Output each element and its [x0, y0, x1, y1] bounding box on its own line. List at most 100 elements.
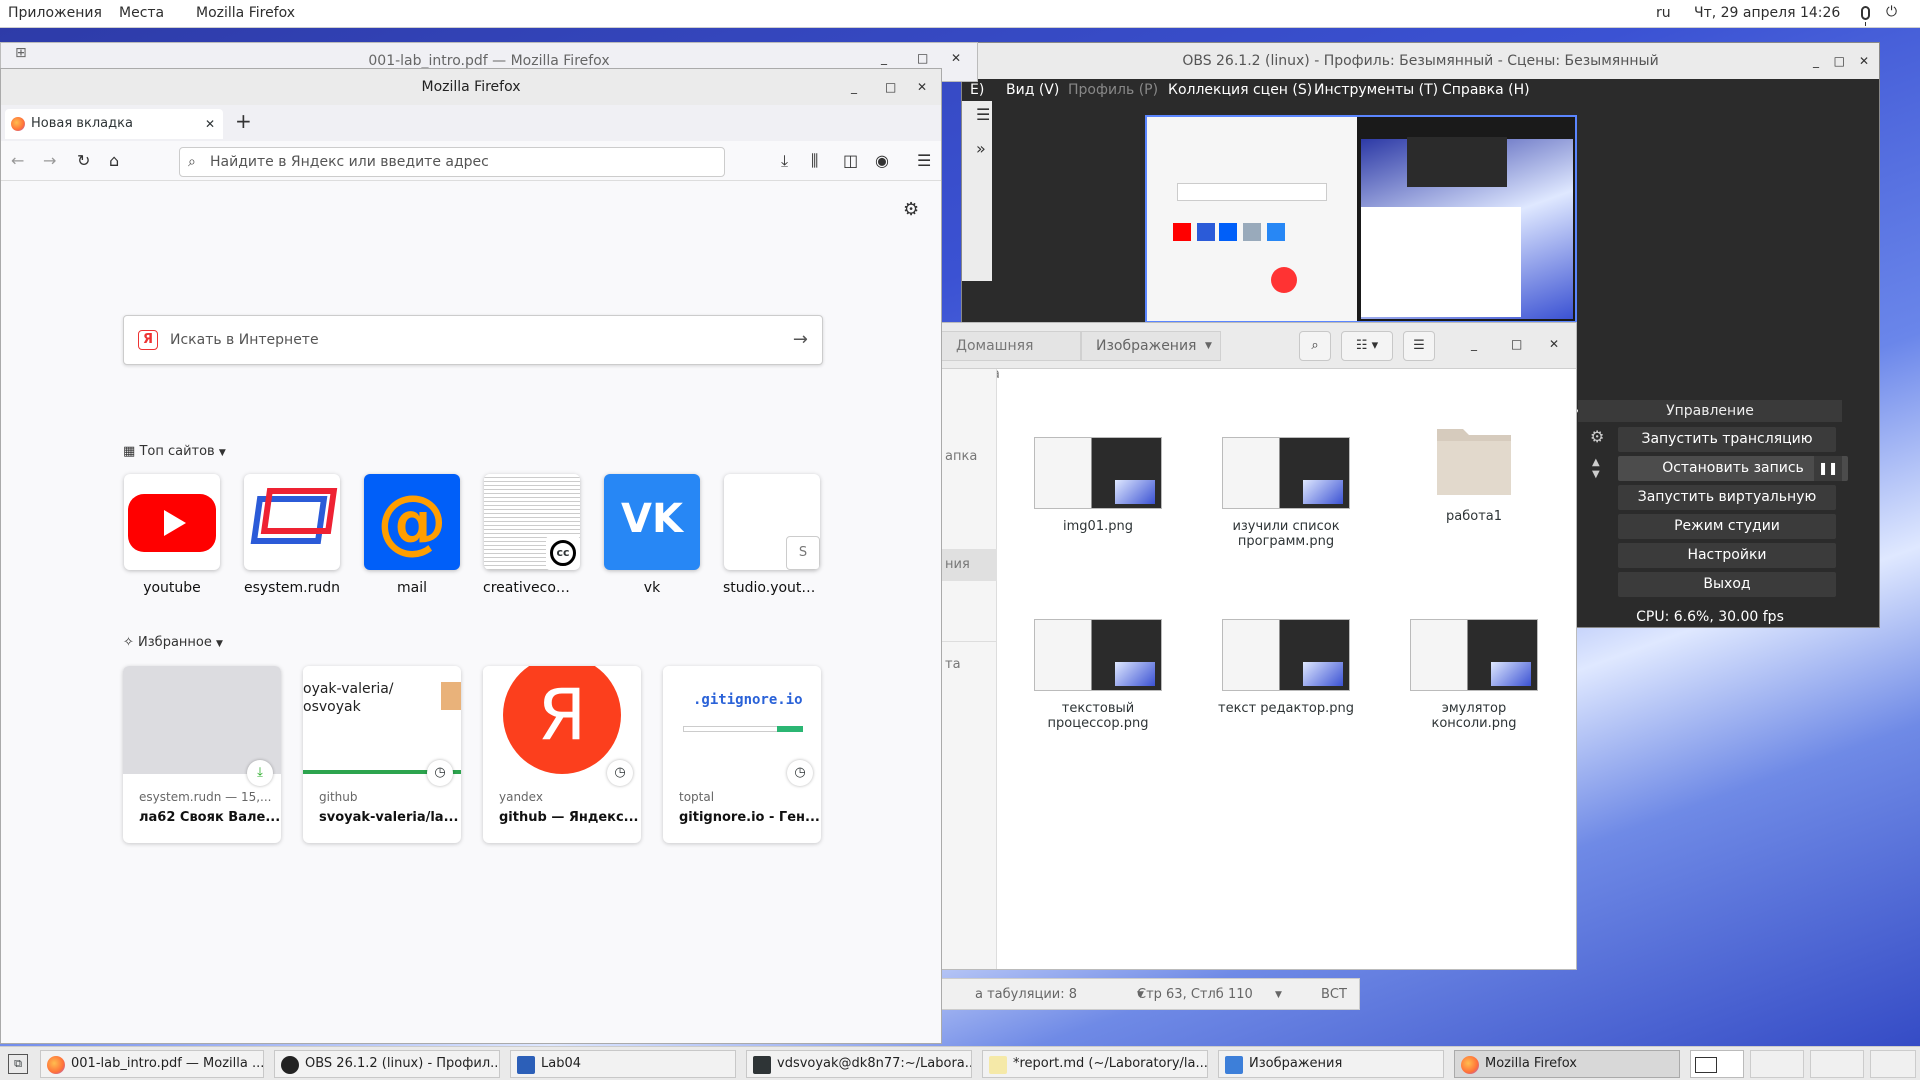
show-desktop-icon[interactable]: ⧉	[8, 1054, 28, 1074]
highlight-card[interactable]: Я ◷ yandex github — Яндекс...	[483, 666, 641, 843]
account-icon[interactable]: ◉	[875, 151, 889, 170]
top-site-studio-youtube[interactable]: Sstudio.youtu...	[723, 474, 821, 596]
home-icon[interactable]: ⌂	[109, 151, 119, 170]
top-site-vk[interactable]: VK vk	[603, 474, 701, 596]
start-stream-button[interactable]: Запустить трансляцию	[1618, 427, 1836, 452]
file-item[interactable]: текст редактор.png	[1211, 619, 1361, 716]
hamburger-icon[interactable]: ☰	[917, 151, 931, 170]
exit-button[interactable]: Выход	[1618, 572, 1836, 597]
file-item[interactable]: img01.png	[1023, 437, 1173, 534]
workspace-3[interactable]	[1810, 1050, 1864, 1078]
tab-new-tab[interactable]: Новая вкладка ✕	[5, 109, 223, 139]
chevron-down-icon[interactable]: ▼	[1205, 341, 1212, 351]
sidebar-item[interactable]: апка	[945, 449, 977, 464]
folder-item[interactable]: работа1	[1399, 421, 1549, 524]
search-icon[interactable]: ⌕	[1299, 331, 1331, 361]
cursor-position[interactable]: Стр 63, Стлб 110	[1137, 987, 1253, 1002]
back-icon[interactable]: ←	[11, 151, 24, 170]
workspace-2[interactable]	[1750, 1050, 1804, 1078]
obs-preview[interactable]	[1145, 115, 1577, 323]
highlight-card[interactable]: .gitignore.io ◷ toptal gitignore.io - Ге…	[663, 666, 821, 843]
web-search-box[interactable]: Я Искать в Интернете →	[123, 315, 823, 365]
new-tab-icon[interactable]: +	[235, 109, 252, 133]
pause-icon[interactable]: ❚❚	[1814, 456, 1842, 481]
hamburger-icon[interactable]: ☰	[976, 105, 990, 124]
workspace-1[interactable]	[1690, 1050, 1744, 1078]
gear-icon[interactable]: ⚙	[1590, 427, 1604, 446]
insert-mode[interactable]: ВСТ	[1321, 987, 1347, 1002]
maximize-icon[interactable]: □	[885, 69, 896, 105]
task-firefox-pdf[interactable]: 001-lab_intro.pdf — Mozilla ...	[40, 1050, 264, 1078]
task-lab04[interactable]: Lab04	[510, 1050, 736, 1078]
top-site-mail[interactable]: @ mail	[363, 474, 461, 596]
task-firefox-active[interactable]: Mozilla Firefox	[1454, 1050, 1680, 1078]
view-list-icon[interactable]: ☷ ▾	[1341, 331, 1393, 361]
sidebar-icon[interactable]: ◫	[843, 151, 858, 170]
settings-button[interactable]: Настройки	[1618, 543, 1836, 568]
close-icon[interactable]: ✕	[205, 109, 215, 139]
close-icon[interactable]: ✕	[1859, 43, 1869, 79]
chevron-down-icon[interactable]: ▼	[1275, 990, 1282, 1000]
sidebar-item[interactable]: та	[945, 657, 961, 672]
top-site-creativecommons[interactable]: cc creativecom...	[483, 474, 581, 596]
minimize-icon[interactable]: _	[881, 51, 887, 65]
minimize-icon[interactable]: _	[851, 69, 857, 105]
close-icon[interactable]: ✕	[951, 51, 961, 65]
workspace-4[interactable]	[1870, 1050, 1916, 1078]
stepper-icon[interactable]: ▲ ▼	[1592, 457, 1600, 481]
minimize-icon[interactable]: _	[1471, 337, 1477, 351]
file-item[interactable]: изучили список программ.png	[1211, 437, 1361, 549]
reload-icon[interactable]: ↻	[77, 151, 90, 170]
system-menu-icon[interactable]: ⏻	[1886, 4, 1897, 20]
gear-icon[interactable]: ⚙	[903, 199, 919, 220]
history-icon: ◷	[787, 760, 813, 786]
arrow-right-icon[interactable]: →	[793, 316, 808, 364]
menu-icon[interactable]: ☰	[1403, 331, 1435, 361]
downloads-icon[interactable]: ⤓	[781, 151, 788, 171]
highlight-card[interactable]: oyak-valeria/ osvoyak ◷ github svoyak-va…	[303, 666, 461, 843]
task-files[interactable]: Изображения	[1218, 1050, 1444, 1078]
clock[interactable]: Чт, 29 апреля 14:26	[1694, 5, 1840, 21]
close-icon[interactable]: ✕	[1549, 337, 1559, 351]
crumb-pictures[interactable]: Изображения	[1081, 331, 1221, 361]
microphone-icon[interactable]	[1861, 6, 1870, 26]
file-item[interactable]: эмулятор консоли.png	[1399, 619, 1549, 731]
maximize-icon[interactable]: □	[917, 51, 928, 65]
task-text-editor[interactable]: *report.md (~/Laboratory/la...	[982, 1050, 1208, 1078]
maximize-icon[interactable]: □	[1511, 337, 1522, 351]
tab-width[interactable]: а табуляции: 8	[975, 987, 1077, 1002]
forward-icon[interactable]: →	[43, 151, 56, 170]
highlight-card[interactable]: ⤓ esystem.rudn — 15,... ла62 Свояк Вале.…	[123, 666, 281, 843]
crumb-home[interactable]: Домашняя папка	[941, 331, 1081, 382]
top-site-youtube[interactable]: youtube	[123, 474, 221, 596]
applications-menu[interactable]: Приложения	[8, 5, 102, 21]
top-site-esystem[interactable]: esystem.rudn	[243, 474, 341, 596]
maximize-icon[interactable]: □	[1834, 43, 1845, 79]
library-icon[interactable]: ⫼	[811, 151, 818, 171]
task-terminal[interactable]: vdsvoyak@dk8n77:~/Labora...	[746, 1050, 972, 1078]
task-label: Mozilla Firefox	[1485, 1056, 1577, 1071]
menu-help[interactable]: Справка (H)	[1442, 82, 1530, 98]
keyboard-layout[interactable]: ru	[1656, 5, 1671, 21]
studio-youtube-icon: S	[724, 474, 820, 570]
active-app-menu[interactable]: Mozilla Firefox	[196, 5, 295, 21]
minimize-icon[interactable]: _	[1813, 43, 1819, 79]
esystem-icon	[244, 474, 340, 570]
file-item[interactable]: текстовый процессор.png	[1023, 619, 1173, 731]
card-source: yandex	[499, 790, 543, 804]
task-obs[interactable]: OBS 26.1.2 (linux) - Профил...	[274, 1050, 500, 1078]
menu-scene-collection[interactable]: Коллекция сцен (S)	[1168, 82, 1312, 98]
menu-view[interactable]: Вид (V)	[1006, 82, 1059, 98]
highlights-header[interactable]: ✧ Избранное ▼	[123, 635, 223, 650]
menu-profile[interactable]: Профиль (P)	[1068, 82, 1158, 98]
menu-tools[interactable]: Инструменты (T)	[1314, 82, 1438, 98]
places-menu[interactable]: Места	[119, 5, 164, 21]
url-bar[interactable]: ⌕ Найдите в Яндекс или введите адрес	[179, 147, 725, 177]
menu-edit[interactable]: Е)	[970, 82, 984, 98]
sidebar-item-active[interactable]: ния	[945, 557, 970, 572]
top-sites-header[interactable]: ▦ Топ сайтов ▼	[123, 444, 226, 459]
virtual-camera-button[interactable]: Запустить виртуальную камеру	[1618, 485, 1836, 530]
studio-mode-button[interactable]: Режим студии	[1618, 514, 1836, 539]
close-icon[interactable]: ✕	[917, 69, 927, 105]
expand-icon[interactable]: »	[976, 139, 986, 158]
